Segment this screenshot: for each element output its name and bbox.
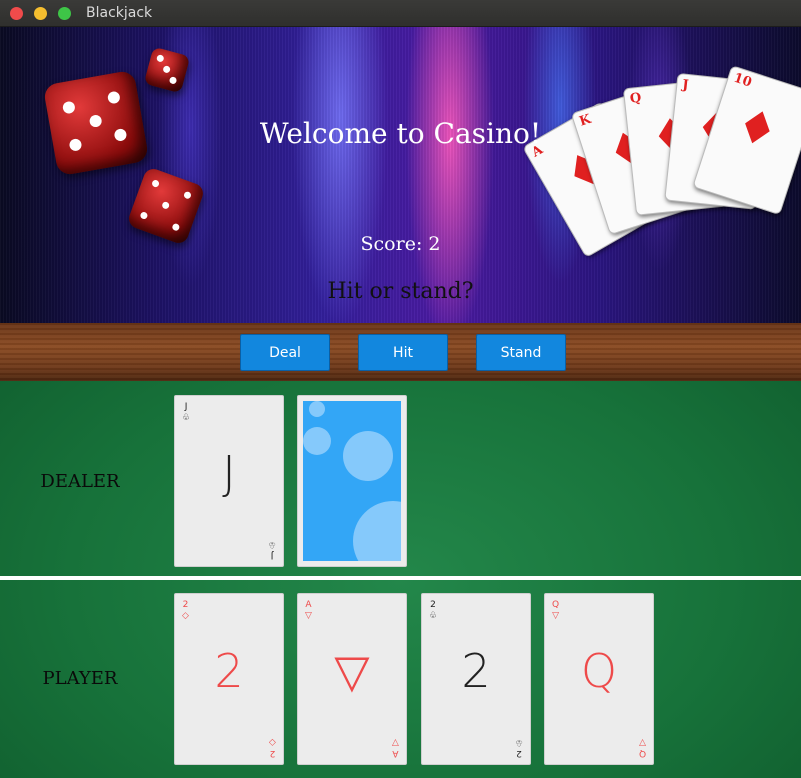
minimize-icon[interactable] <box>34 7 47 20</box>
hit-button[interactable]: Hit <box>358 334 448 371</box>
card-rank: Q <box>552 600 560 610</box>
card-center-rank: 2 <box>461 644 491 698</box>
card-center-rank: J <box>222 446 236 500</box>
close-icon[interactable] <box>10 7 23 20</box>
dealer-card-facedown <box>297 395 407 567</box>
diamond-icon: ◇ <box>269 737 276 747</box>
card-rank: A <box>305 600 312 610</box>
diamond-icon: ◇ <box>182 611 189 621</box>
player-card: A ▽ ▽ A ▽ <box>297 593 407 765</box>
heart-icon: ▽ <box>392 737 399 747</box>
heart-icon: ▽ <box>552 611 559 621</box>
heart-icon: ▽ <box>334 644 370 698</box>
heart-icon: ▽ <box>639 737 646 747</box>
card-rank: J <box>184 402 188 412</box>
stand-button[interactable]: Stand <box>476 334 566 371</box>
player-card: 2 ♧ 2 2 ♧ <box>421 593 531 765</box>
card-rank: 2 <box>182 600 189 610</box>
card-rank: 2 <box>269 748 276 758</box>
dealer-label: DEALER <box>40 471 120 492</box>
hit-or-stand-prompt: Hit or stand? <box>327 279 474 304</box>
header-banner: A ♦ K ♦ Q ♦ J ♦ 10 ♦ Welcome to Casino! … <box>0 27 801 323</box>
dealer-card: J ♧ J J ♧ <box>174 395 284 567</box>
player-card: 2 ◇ 2 2 ◇ <box>174 593 284 765</box>
card-back-pattern <box>303 401 401 561</box>
club-icon: ♧ <box>267 539 276 549</box>
score-label: Score: 2 <box>360 233 441 255</box>
heart-icon: ▽ <box>305 611 312 621</box>
card-center-rank: 2 <box>214 644 244 698</box>
player-card: Q ▽ Q Q ▽ <box>544 593 654 765</box>
club-icon: ♧ <box>182 413 191 423</box>
deal-button[interactable]: Deal <box>240 334 330 371</box>
card-rank: A <box>392 748 399 758</box>
player-label: PLAYER <box>42 668 118 689</box>
card-center-rank: Q <box>580 644 618 698</box>
maximize-icon[interactable] <box>58 7 71 20</box>
card-rank: 2 <box>430 600 436 610</box>
table-divider <box>0 576 801 580</box>
club-icon: ♧ <box>429 611 438 621</box>
welcome-title: Welcome to Casino! <box>259 117 542 150</box>
card-rank: 2 <box>516 748 522 758</box>
club-icon: ♧ <box>514 737 523 747</box>
card-rank: Q <box>638 748 646 758</box>
window-title: Blackjack <box>86 5 153 21</box>
window-titlebar: Blackjack <box>0 0 801 27</box>
card-rank: J <box>270 550 274 560</box>
